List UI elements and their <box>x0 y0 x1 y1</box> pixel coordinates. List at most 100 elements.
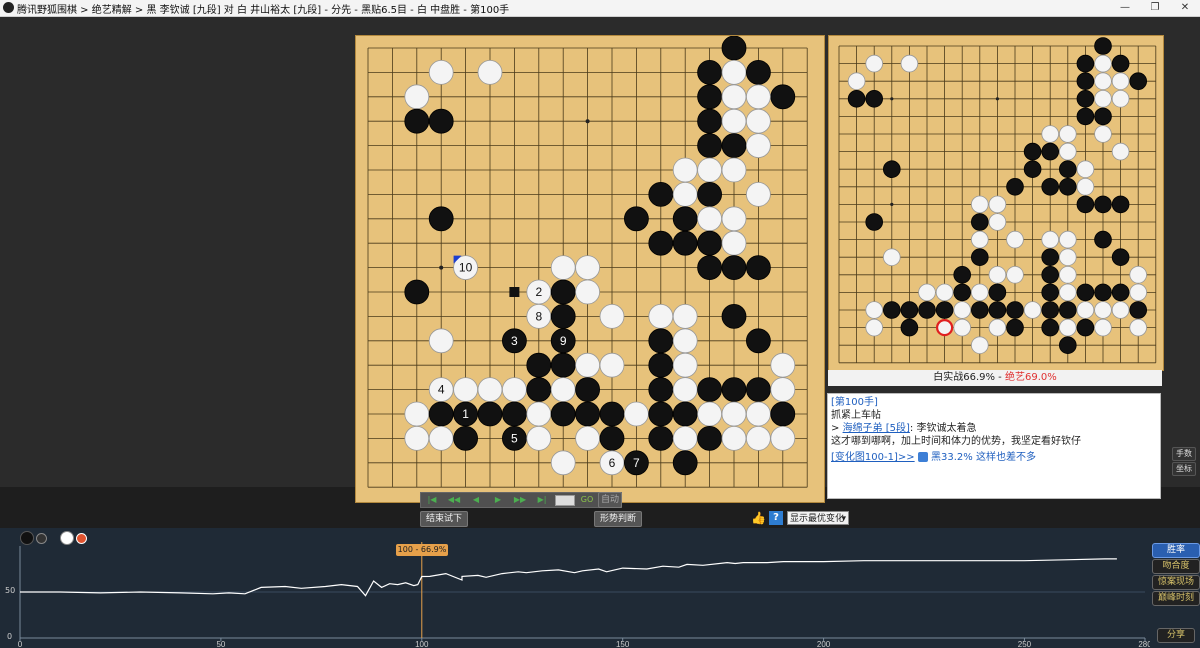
black-stone[interactable] <box>697 230 723 256</box>
white-stone[interactable] <box>477 377 503 403</box>
black-stone[interactable] <box>575 377 601 403</box>
white-stone[interactable] <box>770 352 796 378</box>
black-stone[interactable] <box>1076 195 1095 214</box>
white-stone[interactable] <box>1111 72 1130 91</box>
white-stone[interactable] <box>745 108 771 134</box>
white-stone[interactable] <box>900 54 919 73</box>
black-stone[interactable] <box>1059 336 1077 355</box>
black-stone[interactable] <box>721 35 747 61</box>
white-stone[interactable] <box>428 60 454 85</box>
white-stone[interactable] <box>1041 230 1060 249</box>
black-stone[interactable] <box>865 213 884 231</box>
white-stone[interactable] <box>883 248 901 267</box>
black-stone[interactable] <box>1094 37 1112 55</box>
black-stone[interactable] <box>672 230 698 256</box>
black-stone[interactable] <box>648 328 674 354</box>
black-stone[interactable] <box>1023 142 1042 161</box>
white-stone[interactable] <box>865 318 884 337</box>
black-stone[interactable] <box>672 450 698 476</box>
black-stone[interactable] <box>1041 248 1060 267</box>
black-stone[interactable] <box>721 377 747 403</box>
white-stone[interactable] <box>971 283 989 302</box>
black-stone[interactable] <box>648 230 674 256</box>
black-stone[interactable] <box>1041 142 1060 161</box>
white-stone[interactable] <box>575 279 601 305</box>
black-stone[interactable] <box>428 206 454 232</box>
white-stone[interactable] <box>721 425 747 451</box>
white-stone[interactable] <box>721 206 747 232</box>
white-stone[interactable] <box>404 84 430 110</box>
white-stone[interactable] <box>1076 178 1095 196</box>
black-stone[interactable] <box>745 377 771 403</box>
variation-display-select[interactable]: 显示最优变化 ▾ <box>787 511 849 525</box>
black-stone[interactable] <box>900 318 919 337</box>
white-stone[interactable] <box>918 283 936 302</box>
win-rate-tab[interactable]: 胜率 <box>1152 543 1200 558</box>
white-stone[interactable] <box>721 230 747 256</box>
black-stone[interactable] <box>575 401 601 427</box>
black-stone[interactable] <box>1059 301 1077 319</box>
white-stone[interactable] <box>672 157 698 183</box>
white-stone[interactable] <box>953 318 971 337</box>
black-stone[interactable] <box>1006 178 1024 196</box>
position-judge-button[interactable]: 形势判断 <box>594 511 642 527</box>
black-stone[interactable] <box>1076 72 1095 91</box>
end-trial-button[interactable]: 结束试下 <box>420 511 468 527</box>
variation-link[interactable]: [变化图100-1]>> <box>831 452 915 463</box>
white-stone[interactable] <box>971 230 989 249</box>
white-stone[interactable] <box>697 206 723 232</box>
go-button[interactable]: GO <box>579 495 595 505</box>
white-stone[interactable] <box>988 318 1007 337</box>
black-stone[interactable] <box>550 401 576 427</box>
black-stone[interactable] <box>1076 107 1095 126</box>
black-stone[interactable] <box>1129 72 1148 91</box>
black-stone[interactable] <box>770 401 796 427</box>
match-rate-tab[interactable]: 吻合度 <box>1152 559 1200 574</box>
black-stone[interactable] <box>501 401 527 427</box>
black-stone[interactable] <box>1129 301 1148 319</box>
black-stone[interactable] <box>672 401 698 427</box>
black-stone[interactable] <box>477 401 503 427</box>
white-stone[interactable] <box>745 181 771 207</box>
black-stone[interactable] <box>1076 54 1095 73</box>
white-stone[interactable] <box>745 425 771 451</box>
white-stone[interactable] <box>1059 230 1077 249</box>
black-stone[interactable] <box>1041 301 1060 319</box>
white-stone[interactable] <box>672 352 698 378</box>
black-stone[interactable] <box>404 108 430 134</box>
white-stone[interactable] <box>1041 125 1060 143</box>
white-stone[interactable] <box>745 401 771 427</box>
white-stone[interactable] <box>575 255 601 281</box>
white-stone[interactable] <box>1111 142 1130 161</box>
forward-one-button[interactable]: ▶ <box>491 495 505 505</box>
black-stone[interactable] <box>1094 195 1112 214</box>
black-stone[interactable] <box>1041 283 1060 302</box>
share-button[interactable]: 分享 <box>1157 628 1195 643</box>
help-icon[interactable]: ? <box>769 511 783 525</box>
white-stone[interactable] <box>672 303 698 329</box>
black-stone[interactable] <box>1076 90 1095 108</box>
black-stone[interactable] <box>721 133 747 158</box>
black-stone[interactable] <box>599 425 625 451</box>
black-stone[interactable] <box>428 108 454 134</box>
white-stone[interactable] <box>697 401 723 427</box>
white-stone[interactable] <box>971 195 989 214</box>
black-stone[interactable] <box>953 266 971 284</box>
user-name-link[interactable]: 海绵子弟 [5段] <box>843 423 910 434</box>
black-stone[interactable] <box>453 425 478 451</box>
black-stone[interactable] <box>697 181 723 207</box>
move-number-input[interactable] <box>555 495 575 506</box>
white-stone[interactable] <box>1059 142 1077 161</box>
white-stone[interactable] <box>1111 301 1130 319</box>
white-stone[interactable] <box>477 60 503 85</box>
main-board-svg[interactable]: 2 8 3 9 4 1 5 6 7 10 <box>356 35 824 502</box>
peak-moments-tab[interactable]: 巅峰时刻 <box>1152 591 1200 606</box>
white-stone[interactable] <box>453 377 478 403</box>
black-stone[interactable] <box>697 108 723 134</box>
black-stone[interactable] <box>599 401 625 427</box>
black-stone[interactable] <box>526 352 552 378</box>
coordinate-toggle[interactable]: 坐标 <box>1172 462 1196 476</box>
black-stone[interactable] <box>672 206 698 232</box>
white-stone[interactable] <box>623 401 649 427</box>
white-stone[interactable] <box>988 213 1007 231</box>
